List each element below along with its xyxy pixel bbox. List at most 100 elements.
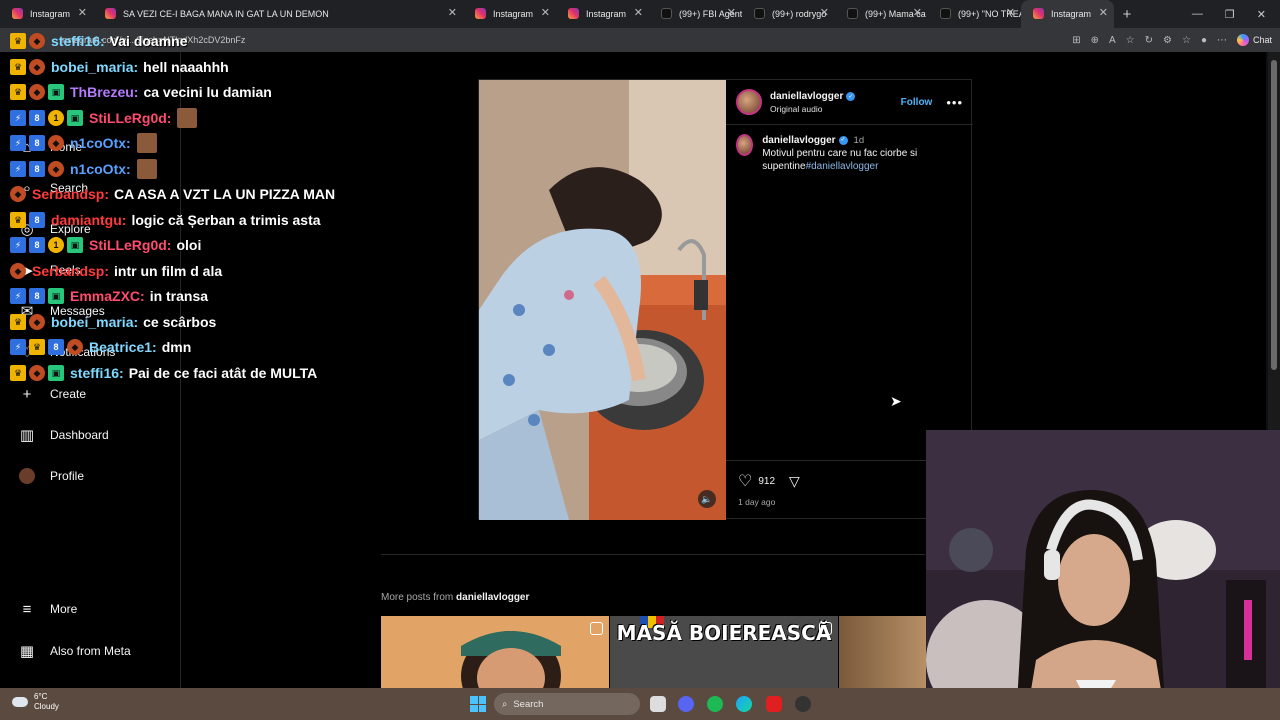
caption-username[interactable]: daniellavlogger ✓ — [762, 134, 848, 147]
cat-badge-icon: ◆ — [29, 365, 45, 381]
extensions-icon[interactable]: ⚙ — [1163, 35, 1172, 46]
menu-dots-icon[interactable]: ⋯ — [1217, 35, 1227, 46]
browser-tab-active[interactable]: Instagram ✕ — [1021, 0, 1114, 28]
chat-text: CA ASA A VZT LA UN PIZZA MAN — [114, 186, 336, 202]
chat-text: Pai de ce faci atât de MULTA — [128, 365, 318, 381]
sub-badge-icon: 8 — [48, 339, 64, 355]
chat-message: ♛ ◆ bobei_maria: hell naaahhh — [10, 56, 229, 78]
video-frame — [479, 80, 726, 520]
browser-tab[interactable]: (99+) rodrygo ✕ — [742, 0, 835, 28]
crown-badge-icon: ♛ — [10, 212, 26, 228]
bits-badge-icon: 1 — [48, 237, 64, 253]
profile-icon[interactable]: ● — [1201, 35, 1207, 46]
close-icon[interactable]: ✕ — [820, 6, 829, 19]
follow-button[interactable]: Follow — [901, 97, 933, 108]
browser-tab[interactable]: Instagram ✕ — [556, 0, 649, 28]
nav-more[interactable]: ≡ More — [18, 597, 78, 621]
tiktok-icon — [661, 8, 672, 19]
instagram-icon — [12, 8, 23, 19]
close-window-icon[interactable]: ✕ — [1257, 8, 1266, 21]
author-username[interactable]: daniellavlogger ✓ — [770, 91, 856, 102]
read-aloud-icon[interactable]: A — [1109, 35, 1116, 46]
nav-dashboard[interactable]: ▥ Dashboard — [18, 423, 109, 447]
close-icon[interactable]: ✕ — [634, 6, 643, 19]
tab-title: SA VEZI CE-I BAGA MANA IN GAT LA UN DEMO… — [123, 9, 329, 19]
close-icon[interactable]: ✕ — [1006, 6, 1015, 19]
sound-icon[interactable]: 🔈 — [698, 490, 716, 508]
close-icon[interactable]: ✕ — [727, 6, 736, 19]
cat-badge-icon: ◆ — [67, 339, 83, 355]
browser-tab[interactable]: Instagram ✕ — [0, 0, 93, 28]
obs-icon[interactable] — [795, 696, 811, 712]
chat-nick: StiLLeRg0d: — [89, 110, 172, 126]
cat-badge-icon: ◆ — [48, 161, 64, 177]
pin-badge-icon: ⚡ — [10, 339, 26, 355]
browser-tab[interactable]: (99+) "NO TREA ✕ — [928, 0, 1021, 28]
close-icon[interactable]: ✕ — [448, 6, 457, 19]
author-info: daniellavlogger ✓ Original audio — [770, 91, 856, 114]
pin-badge-icon: ⚡ — [10, 135, 26, 151]
refresh-icon[interactable]: ↻ — [1145, 35, 1153, 46]
zoom-icon[interactable]: ⊕ — [1091, 35, 1099, 46]
more-options-icon[interactable]: ••• — [946, 95, 963, 110]
app-icon[interactable] — [766, 696, 782, 712]
audio-label[interactable]: Original audio — [770, 104, 855, 114]
favorite-star-icon[interactable]: ☆ — [1126, 35, 1135, 46]
scrollbar-thumb[interactable] — [1271, 60, 1277, 370]
close-icon[interactable]: ✕ — [78, 6, 87, 19]
nav-profile[interactable]: Profile — [18, 464, 84, 488]
dashboard-icon: ▥ — [19, 427, 35, 444]
maximize-icon[interactable]: ❐ — [1225, 8, 1235, 21]
chat-message: ⚡ 8 ▣ EmmaZXC: in transa — [10, 285, 208, 307]
share-icon[interactable]: ▽ — [789, 473, 800, 490]
hashtag-link[interactable]: #daniellavlogger — [806, 161, 879, 172]
gift-badge-icon: ▣ — [48, 365, 64, 381]
close-icon[interactable]: ✕ — [541, 6, 550, 19]
browser-tab[interactable]: SA VEZI CE-I BAGA MANA IN GAT LA UN DEMO… — [93, 0, 463, 28]
more-posts-username[interactable]: daniellavlogger — [456, 592, 529, 603]
username-text[interactable]: daniellavlogger — [770, 91, 843, 102]
spotify-icon[interactable] — [707, 696, 723, 712]
grid-icon[interactable]: ⊞ — [1072, 35, 1080, 46]
cloud-icon — [12, 697, 28, 707]
post-thumbnail[interactable]: MASĂ BOIEREASCĂ — [610, 616, 838, 688]
chat-text: Vai doamne — [109, 33, 188, 49]
gift-badge-icon: ▣ — [48, 84, 64, 100]
chat-nick: StiLLeRg0d: — [89, 237, 172, 253]
new-tab-button[interactable]: + — [1114, 6, 1140, 23]
username-text[interactable]: daniellavlogger — [762, 134, 835, 147]
sub-badge-icon: 8 — [29, 110, 45, 126]
caption-avatar[interactable] — [736, 134, 754, 156]
caption-body: daniellavlogger ✓ 1d Motivul pentru care … — [762, 134, 963, 173]
post-thumbnail[interactable] — [381, 616, 609, 688]
browser-tab[interactable]: (99+) Mama ca ✕ — [835, 0, 928, 28]
like-count[interactable]: 912 — [758, 476, 775, 487]
post-video[interactable]: 🔈 — [479, 80, 726, 520]
nav-create[interactable]: + Create — [18, 382, 86, 406]
author-avatar[interactable] — [736, 89, 762, 115]
windows-start-icon[interactable] — [470, 696, 486, 712]
weather-widget[interactable]: 6°C Cloudy — [12, 692, 59, 712]
browser-tab[interactable]: Instagram ✕ — [463, 0, 556, 28]
minimize-icon[interactable]: — — [1192, 8, 1203, 21]
crown-badge-icon: ♛ — [10, 59, 26, 75]
browser-tab[interactable]: (99+) FBI Agent ✕ — [649, 0, 742, 28]
edge-icon[interactable] — [736, 696, 752, 712]
chat-nick: bobei_maria: — [51, 314, 139, 330]
copilot-chat-button[interactable]: Chat — [1236, 34, 1272, 46]
file-explorer-icon[interactable] — [650, 696, 666, 712]
discord-icon[interactable] — [678, 696, 694, 712]
close-icon[interactable]: ✕ — [1099, 6, 1108, 19]
nav-also-from-meta[interactable]: ▦ Also from Meta — [18, 639, 131, 663]
collections-icon[interactable]: ☆ — [1182, 35, 1191, 46]
weather-text: 6°C Cloudy — [34, 692, 59, 712]
gift-badge-icon: ▣ — [67, 110, 83, 126]
taskbar-search[interactable]: ⌕ Search — [494, 693, 640, 715]
post-thumbnail[interactable] — [839, 616, 926, 688]
chat-message: ◆ Serbandsp: CA ASA A VZT LA UN PIZZA MAN — [10, 183, 335, 205]
post-caption: daniellavlogger ✓ 1d Motivul pentru care … — [726, 125, 973, 182]
like-heart-icon[interactable]: ♡ — [738, 471, 752, 491]
close-icon[interactable]: ✕ — [913, 6, 922, 19]
chat-message: ⚡ 8 1 ▣ StiLLeRg0d: — [10, 107, 200, 129]
instagram-icon — [1033, 8, 1044, 19]
